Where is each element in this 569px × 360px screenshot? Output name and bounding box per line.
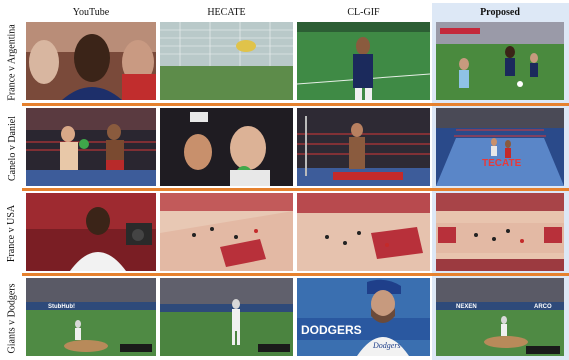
thumbnail-youtube-canelo-daniel bbox=[26, 108, 156, 186]
thumbnail-hecate-france-usa bbox=[160, 193, 293, 271]
thumbnail-proposed-france-argentina bbox=[436, 22, 564, 100]
thumbnail-proposed-giants-dodgers: NEXEN ARCO bbox=[436, 278, 564, 356]
thumbnail-youtube-france-usa bbox=[26, 193, 156, 271]
row-label-canelo-daniel: Canelo v Daniel bbox=[6, 115, 18, 181]
row-separator bbox=[22, 188, 569, 191]
column-header-cl-gif: CL-GIF bbox=[347, 7, 380, 18]
row-separator bbox=[22, 273, 569, 276]
row-label-france-argentina: France v Argentina bbox=[6, 23, 18, 101]
arco-sign: ARCO bbox=[534, 304, 552, 310]
row-label-giants-dodgers: Giants v Dodgers bbox=[6, 283, 18, 353]
thumbnail-cl-gif-france-usa bbox=[297, 193, 430, 271]
dodgers-banner: DODGERS bbox=[301, 323, 362, 337]
column-header-proposed: Proposed bbox=[480, 7, 520, 18]
thumbnail-hecate-france-argentina bbox=[160, 22, 293, 100]
thumbnail-youtube-giants-dodgers: StubHub! bbox=[26, 278, 156, 356]
thumbnail-youtube-france-argentina bbox=[26, 22, 156, 100]
row-label-france-usa: France v USA bbox=[6, 204, 18, 262]
thumbnail-cl-gif-france-argentina bbox=[297, 22, 430, 100]
tecate-logo: TECATE bbox=[482, 158, 522, 169]
thumbnail-proposed-canelo-daniel: TECATE bbox=[436, 108, 564, 186]
column-header-hecate: HECATE bbox=[207, 7, 246, 18]
thumbnail-hecate-giants-dodgers bbox=[160, 278, 293, 356]
thumbnail-hecate-canelo-daniel bbox=[160, 108, 293, 186]
row-separator bbox=[22, 103, 569, 106]
thumbnail-cl-gif-giants-dodgers: DODGERS Dodgers bbox=[297, 278, 430, 356]
thumbnail-proposed-france-usa bbox=[436, 193, 564, 271]
column-header-youtube: YouTube bbox=[72, 7, 110, 18]
stubhub-sign: StubHub! bbox=[48, 304, 75, 310]
nexen-sign: NEXEN bbox=[456, 304, 477, 310]
jersey-script: Dodgers bbox=[372, 341, 401, 350]
thumbnail-cl-gif-canelo-daniel bbox=[297, 108, 430, 186]
